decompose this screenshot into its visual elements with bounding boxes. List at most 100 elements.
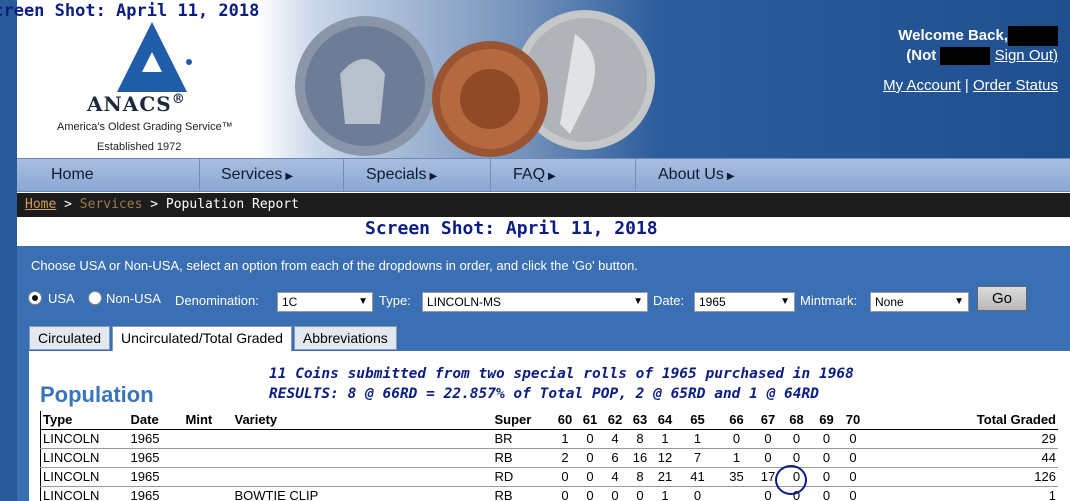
go-button[interactable]: Go bbox=[977, 286, 1027, 311]
cell-grade-68: 0 bbox=[780, 429, 813, 449]
cell-grade-66: 1 bbox=[717, 448, 756, 468]
nav-label: Services bbox=[221, 166, 283, 183]
welcome-line: Welcome Back, bbox=[858, 26, 1058, 46]
usa-radio[interactable] bbox=[28, 291, 42, 305]
not-you-line: (Not Sign Out) bbox=[858, 47, 1058, 66]
col-variety: Variety bbox=[232, 411, 493, 430]
cell-grade-63: 8 bbox=[627, 467, 653, 487]
non-usa-radio[interactable] bbox=[88, 291, 102, 305]
nav-item-home[interactable]: Home bbox=[17, 159, 200, 191]
cell-grade-61: 0 bbox=[577, 467, 603, 487]
cell-grade-65: 41 bbox=[677, 467, 718, 487]
cell-grade-62: 4 bbox=[602, 429, 628, 449]
denomination-select[interactable]: 1C ▼ bbox=[277, 292, 373, 312]
cell-total-graded: 44 bbox=[865, 448, 1058, 468]
nav-item-services[interactable]: Services ▶ bbox=[200, 159, 344, 191]
cell-grade-60: 0 bbox=[552, 467, 578, 487]
tab-uncirculated-total-graded[interactable]: Uncirculated/Total Graded bbox=[112, 326, 292, 352]
cell-grade-62: 4 bbox=[602, 467, 628, 487]
my-account-link[interactable]: My Account bbox=[883, 77, 961, 94]
date-label: Date: bbox=[653, 293, 685, 308]
nav-item-specials[interactable]: Specials ▶ bbox=[344, 159, 491, 191]
cell-grade-67: 0 bbox=[755, 448, 781, 468]
cell-grade-65: 7 bbox=[677, 448, 718, 468]
population-report-panel: Choose USA or Non-USA, select an option … bbox=[17, 246, 1070, 501]
table-header-row: Type Date Mint Variety Super 60 61 62 63… bbox=[40, 411, 1058, 430]
breadcrumb-services[interactable]: Services bbox=[80, 197, 143, 212]
population-table: Type Date Mint Variety Super 60 61 62 63… bbox=[40, 411, 1058, 501]
cell-grade-61: 0 bbox=[577, 429, 603, 449]
breadcrumb-separator: > bbox=[150, 197, 159, 212]
sign-out-link[interactable]: Sign Out) bbox=[995, 47, 1058, 64]
cell-grade-64: 12 bbox=[652, 448, 678, 468]
logo-name-text: ANACS bbox=[87, 92, 172, 116]
col-grade-69: 69 bbox=[812, 411, 841, 430]
breadcrumb: Home > Services > Population Report bbox=[17, 193, 1070, 217]
cell-grade-60: 2 bbox=[552, 448, 578, 468]
nav-label: About Us bbox=[658, 166, 724, 183]
col-super: Super bbox=[492, 411, 553, 430]
cell-mint bbox=[183, 486, 233, 501]
nav-item-about-us[interactable]: About Us ▶ bbox=[636, 159, 806, 191]
chevron-right-icon: ▶ bbox=[726, 171, 735, 182]
type-select[interactable]: LINCOLN-MS ▼ bbox=[422, 292, 648, 312]
cell-variety bbox=[232, 429, 493, 449]
cell-grade-64: 1 bbox=[652, 429, 678, 449]
type-label: Type: bbox=[379, 293, 411, 308]
col-grade-64: 64 bbox=[652, 411, 678, 430]
cell-grade-65: 1 bbox=[677, 429, 718, 449]
order-status-link[interactable]: Order Status bbox=[973, 77, 1058, 94]
cell-grade-63: 0 bbox=[627, 486, 653, 501]
cell-date: 1965 bbox=[128, 467, 184, 487]
account-links: My Account | Order Status bbox=[883, 77, 1058, 94]
mintmark-select[interactable]: None ▼ bbox=[870, 292, 969, 312]
breadcrumb-separator: > bbox=[64, 197, 72, 212]
cell-variety bbox=[232, 467, 493, 487]
usa-label: USA bbox=[48, 291, 75, 306]
nav-item-faq[interactable]: FAQ ▶ bbox=[491, 159, 636, 191]
col-date: Date bbox=[128, 411, 184, 430]
coins-banner-image bbox=[295, 10, 655, 157]
col-mint: Mint bbox=[183, 411, 233, 430]
cell-variety bbox=[232, 448, 493, 468]
breadcrumb-home-link[interactable]: Home bbox=[25, 197, 56, 212]
table-row: LINCOLN 1965 RB 2 0 6 16 12 7 1 0 0 0 0 44 bbox=[40, 448, 1058, 468]
cell-grade-69: 0 bbox=[812, 486, 841, 501]
chevron-right-icon: ▶ bbox=[285, 171, 294, 182]
col-grade-62: 62 bbox=[602, 411, 628, 430]
cell-grade-70: 0 bbox=[840, 429, 866, 449]
cell-grade-60: 1 bbox=[552, 429, 578, 449]
population-heading: Population bbox=[40, 382, 154, 407]
report-tabs: Circulated Uncirculated/Total Graded Abb… bbox=[29, 326, 397, 352]
col-grade-68: 68 bbox=[780, 411, 813, 430]
cell-grade-61: 0 bbox=[577, 448, 603, 468]
cell-grade-60: 0 bbox=[552, 486, 578, 501]
tab-abbreviations[interactable]: Abbreviations bbox=[293, 326, 397, 350]
tab-circulated[interactable]: Circulated bbox=[29, 326, 111, 350]
cell-grade-69: 0 bbox=[812, 429, 841, 449]
main-nav: Home Services ▶ Specials ▶ FAQ ▶ About Us ▶ bbox=[17, 158, 1070, 192]
col-grade-70: 70 bbox=[840, 411, 866, 430]
col-total-graded: Total Graded bbox=[865, 411, 1058, 430]
cell-grade-62: 6 bbox=[602, 448, 628, 468]
cell-grade-67: 0 bbox=[755, 429, 781, 449]
col-type: Type bbox=[40, 411, 129, 430]
screenshot-date-stamp: Screen Shot: April 11, 2018 bbox=[365, 218, 658, 239]
cell-grade-66: 35 bbox=[717, 467, 756, 487]
site-header: ANACS® America's Oldest Grading Service™… bbox=[17, 0, 1070, 158]
chevron-down-icon: ▼ bbox=[633, 296, 643, 307]
anacs-logo[interactable] bbox=[57, 14, 247, 154]
cell-total-graded: 29 bbox=[865, 429, 1058, 449]
chevron-down-icon: ▼ bbox=[954, 296, 964, 307]
table-row: LINCOLN 1965 BOWTIE CLIP RB 0 0 0 0 1 0 0 0 0 0 1 bbox=[40, 486, 1058, 501]
redacted-username bbox=[1008, 26, 1058, 46]
cell-grade-63: 16 bbox=[627, 448, 653, 468]
nav-label: Home bbox=[51, 166, 94, 183]
cell-super: BR bbox=[492, 429, 553, 449]
cell-date: 1965 bbox=[128, 486, 184, 501]
date-select[interactable]: 1965 ▼ bbox=[694, 292, 795, 312]
col-grade-60: 60 bbox=[552, 411, 578, 430]
cell-mint bbox=[183, 448, 233, 468]
denomination-label: Denomination: bbox=[175, 293, 259, 308]
col-grade-65: 65 bbox=[677, 411, 718, 430]
